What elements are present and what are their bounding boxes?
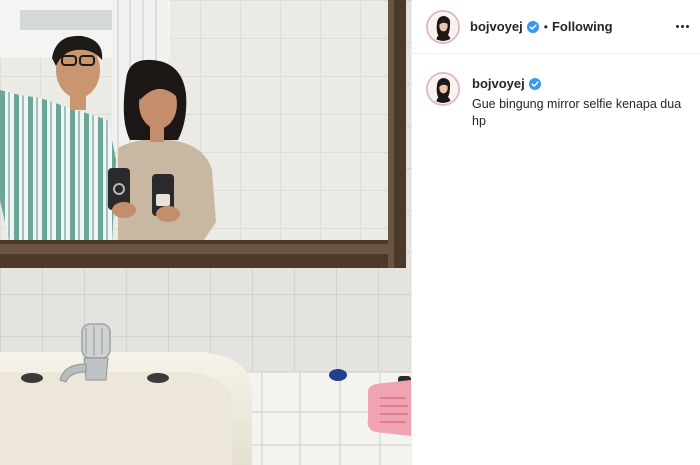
avatar-image xyxy=(429,75,457,103)
post-side-panel: bojvoyej • Following bojvoyej Gue bingun… xyxy=(411,0,700,465)
mirror-frame-right xyxy=(394,0,406,268)
post-photo-illustration xyxy=(0,0,411,465)
verified-badge-icon xyxy=(528,77,541,90)
following-button[interactable]: Following xyxy=(552,19,613,34)
pink-soap-dish xyxy=(367,380,411,436)
post-image[interactable] xyxy=(0,0,411,465)
post-header: bojvoyej • Following xyxy=(412,0,700,54)
blue-bottle-cap xyxy=(329,369,347,381)
avatar-illustration xyxy=(429,75,457,103)
header-username[interactable]: bojvoyej xyxy=(470,19,523,34)
avatar-illustration xyxy=(429,12,457,41)
caption-username-row: bojvoyej xyxy=(472,76,682,91)
post-caption: bojvoyej Gue bingung mirror selfie kenap… xyxy=(426,72,691,130)
caption-body: Gue bingung mirror selfie kenapa dua hp xyxy=(472,97,682,128)
verified-badge-icon xyxy=(526,20,539,33)
avatar-image xyxy=(429,12,457,41)
header-separator: • xyxy=(543,19,548,34)
author-avatar[interactable] xyxy=(426,9,460,44)
caption-text-block: bojvoyej Gue bingung mirror selfie kenap… xyxy=(472,72,682,130)
more-options-icon[interactable] xyxy=(673,17,691,35)
caption-username[interactable]: bojvoyej xyxy=(472,76,525,91)
caption-author-avatar[interactable] xyxy=(426,72,460,106)
